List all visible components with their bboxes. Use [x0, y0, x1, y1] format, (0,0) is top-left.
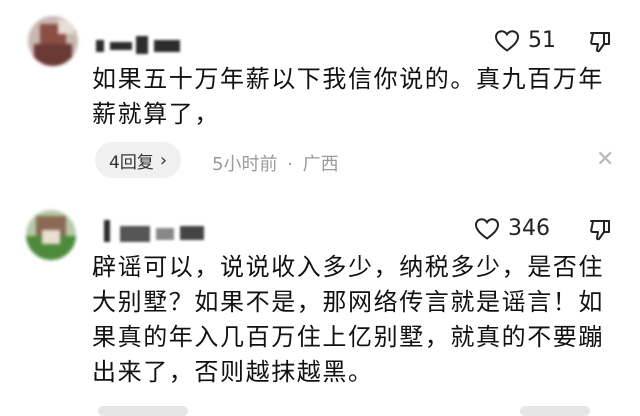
close-x-icon[interactable]: ✕ [596, 147, 614, 172]
thumbs-down-icon[interactable] [588, 30, 612, 54]
comment-line: 辟谣可以，说说收入多少，纳税多少，是否住 [92, 253, 604, 281]
comment-line: 果真的年入几百万住上亿别墅，就真的不要蹦 [92, 323, 604, 351]
thumbs-down-icon[interactable] [588, 218, 612, 242]
comment-text: 如果五十万年薪以下我信你说的。真九百万年 薪就算了， [92, 62, 604, 132]
timestamp: 5小时前 [212, 154, 278, 175]
comment-text: 辟谣可以，说说收入多少，纳税多少，是否住 大别墅？如果不是，那网络传言就是谣言！… [92, 250, 604, 390]
like-button[interactable]: 346 [474, 216, 550, 241]
username-blurred[interactable] [96, 30, 186, 56]
next-row-partial [0, 404, 640, 416]
heart-outline-icon [494, 29, 520, 52]
comment-line: 如果五十万年薪以下我信你说的。真九百万年 [92, 65, 604, 93]
comment-line: 薪就算了， [92, 100, 220, 128]
comment-line: 大别墅？如果不是，那网络传言就是谣言！如 [92, 288, 604, 316]
username-blurred[interactable] [104, 218, 214, 244]
reply-count: 4回复 [109, 152, 154, 173]
like-button[interactable]: 51 [494, 28, 556, 53]
heart-outline-icon [474, 217, 500, 240]
chevron-right-icon: › [159, 149, 168, 171]
meta-separator: · [287, 154, 293, 175]
comment-meta: 5小时前 · 广西 [212, 150, 339, 176]
avatar[interactable] [28, 16, 78, 66]
like-count: 51 [528, 28, 556, 53]
comment-line: 出来了，否则越抹越黑。 [92, 358, 374, 386]
avatar[interactable] [26, 210, 76, 260]
view-replies-button[interactable]: 4回复 › [95, 142, 182, 178]
like-count: 346 [508, 216, 550, 241]
location: 广西 [302, 154, 339, 175]
